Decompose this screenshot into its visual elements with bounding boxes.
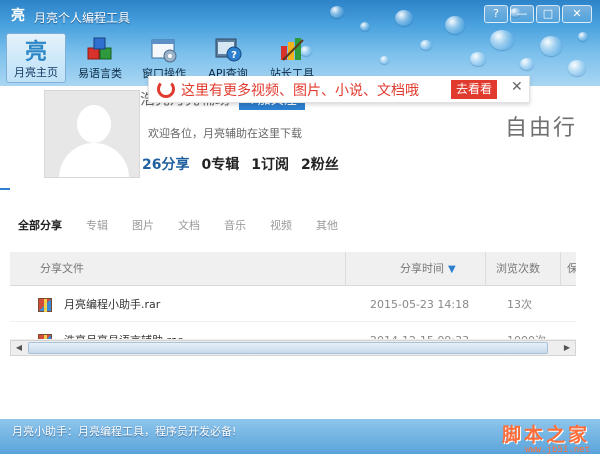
- status-message: 月亮小助手：月亮编程工具，程序员开发必备!: [12, 425, 237, 438]
- water-drop-decoration: [568, 60, 586, 76]
- window-controls: ? — □ ✕: [484, 5, 592, 23]
- scrollbar-thumb[interactable]: [28, 342, 548, 354]
- column-header-file[interactable]: 分享文件: [40, 252, 84, 286]
- ad-banner: 这里有更多视频、图片、小说、文档哦 去看看 ✕: [148, 76, 530, 103]
- stat-shares[interactable]: 26分享: [142, 154, 189, 174]
- share-time: 2015-05-23 14:18: [370, 298, 470, 311]
- column-header-time[interactable]: 分享时间 ▼: [345, 252, 465, 286]
- svg-text:亮: 亮: [25, 39, 47, 65]
- water-drop-decoration: [470, 52, 486, 66]
- tab-other[interactable]: 其他: [304, 214, 350, 238]
- status-bar: 月亮小助手：月亮编程工具，程序员开发必备! 脚本之家 www.jb51.net: [0, 419, 600, 454]
- horizontal-scrollbar[interactable]: ◀ ▶: [10, 340, 576, 356]
- ad-text[interactable]: 这里有更多视频、图片、小说、文档哦: [181, 80, 419, 100]
- close-button[interactable]: ✕: [562, 5, 592, 23]
- window-title: 月亮个人编程工具: [34, 11, 131, 25]
- view-count: 13次: [507, 298, 532, 311]
- welcome-text: 欢迎各位，月亮辅助在这里下载: [148, 127, 302, 140]
- table-row[interactable]: 月亮编程小助手.rar 2015-05-23 14:18 13次: [10, 288, 576, 322]
- stat-albums[interactable]: 0专辑: [201, 154, 239, 174]
- tab-images[interactable]: 图片: [120, 214, 166, 238]
- avatar-head-silhouette: [77, 105, 111, 143]
- home-moon-icon: 亮: [21, 37, 51, 65]
- svg-text:?: ?: [231, 50, 237, 61]
- stat-followers[interactable]: 2粉丝: [301, 154, 339, 174]
- window-gear-icon: [149, 36, 179, 64]
- tab-videos[interactable]: 视频: [258, 214, 304, 238]
- help-button[interactable]: ?: [484, 5, 508, 23]
- table-row[interactable]: 浩亮月亮易语言辅助.rar 2014-12-15 09:33 1000次: [10, 324, 576, 340]
- site-watermark: 脚本之家 www.jb51.net: [502, 420, 590, 454]
- share-time: 2014-12-15 09:33: [370, 324, 469, 339]
- site-logo-text: 自由行: [505, 116, 578, 141]
- tab-albums[interactable]: 专辑: [74, 214, 120, 238]
- water-drop-decoration: [540, 36, 562, 56]
- loading-spinner-icon: [157, 80, 175, 98]
- window-chrome: 亮 月亮个人编程工具 ? — □ ✕ 亮 月亮主页 易语言类 窗口操作 ? AP…: [0, 0, 600, 86]
- toolbar-item-home[interactable]: 亮 月亮主页: [6, 33, 66, 83]
- column-header-extra[interactable]: 保: [560, 252, 576, 286]
- api-help-icon: ?: [213, 36, 243, 64]
- toolbar-item-label: 月亮主页: [14, 66, 58, 79]
- tab-music[interactable]: 音乐: [212, 214, 258, 238]
- ad-go-button[interactable]: 去看看: [451, 80, 498, 99]
- ad-close-icon[interactable]: ✕: [511, 79, 523, 95]
- toolbar-item-easy-language[interactable]: 易语言类: [70, 33, 130, 83]
- rar-archive-icon: [38, 298, 52, 312]
- view-count: 1000次: [507, 324, 546, 339]
- avatar-body-silhouette: [59, 143, 129, 177]
- avatar[interactable]: [44, 90, 140, 178]
- tab-documents[interactable]: 文档: [166, 214, 212, 238]
- cubes-icon: [85, 36, 115, 64]
- tab-all[interactable]: 全部分享: [0, 214, 74, 238]
- profile-stats: 26分享 0专辑 1订阅 2粉丝: [142, 154, 339, 174]
- section-divider: [0, 188, 10, 190]
- file-name[interactable]: 月亮编程小助手.rar: [64, 288, 160, 322]
- column-header-views[interactable]: 浏览次数: [485, 252, 555, 286]
- stat-subscriptions[interactable]: 1订阅: [251, 154, 289, 174]
- water-drop-decoration: [380, 56, 389, 64]
- maximize-button[interactable]: □: [536, 5, 560, 23]
- site-watermark-name: 脚本之家: [501, 424, 590, 446]
- paint-tools-icon: [277, 36, 307, 64]
- water-drop-decoration: [578, 32, 588, 41]
- category-tabs: 全部分享 专辑 图片 文档 音乐 视频 其他: [0, 214, 600, 238]
- app-logo-icon: 亮: [11, 8, 25, 24]
- minimize-button[interactable]: —: [510, 5, 534, 23]
- scroll-left-icon[interactable]: ◀: [11, 341, 27, 355]
- scroll-right-icon[interactable]: ▶: [559, 341, 575, 355]
- toolbar-item-label: 易语言类: [78, 67, 122, 80]
- water-drop-decoration: [420, 40, 432, 50]
- water-drop-decoration: [520, 58, 534, 70]
- water-drop-decoration: [490, 30, 514, 50]
- title-bar[interactable]: 亮 月亮个人编程工具 ? — □ ✕: [0, 0, 600, 30]
- file-name[interactable]: 浩亮月亮易语言辅助.rar: [64, 324, 182, 339]
- column-header-time-label: 分享时间: [400, 262, 444, 275]
- sort-down-icon: ▼: [448, 264, 456, 275]
- file-table-header: 分享文件 分享时间 ▼ 浏览次数 保: [10, 252, 576, 286]
